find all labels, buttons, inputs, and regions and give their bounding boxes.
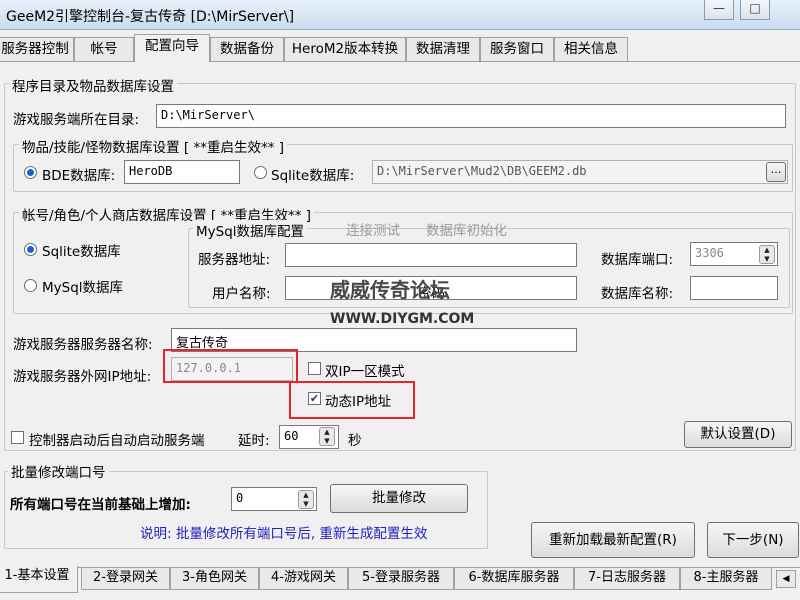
bottom-tab-basic[interactable]: 1-基本设置 [0, 566, 78, 593]
bottom-tab-db-server[interactable]: 6-数据库服务器 [454, 568, 574, 590]
bde-radio[interactable] [24, 166, 37, 179]
tab-data-backup[interactable]: 数据备份 [210, 37, 284, 61]
sqlite-item-label: Sqlite数据库: [271, 168, 355, 184]
batch-note: 说明: 批量修改所有端口号后, 重新生成配置生效 [140, 526, 428, 542]
db-port-label: 数据库端口: [601, 252, 674, 268]
program-dir-group-title: 程序目录及物品数据库设置 [9, 75, 177, 95]
seconds-label: 秒 [348, 433, 362, 449]
delay-spinner[interactable]: ▲ ▼ [319, 427, 335, 446]
batch-port-group-title: 批量修改端口号 [8, 461, 109, 481]
external-ip-label: 游戏服务器外网IP地址: [13, 369, 152, 385]
auto-start-label: 控制器启动后自动启动服务端 [29, 433, 205, 449]
mysql-account-radio[interactable] [24, 279, 37, 292]
minimize-button[interactable]: — [704, 0, 734, 20]
tab-data-cleanup[interactable]: 数据清理 [406, 37, 480, 61]
bottom-tab-main-server[interactable]: 8-主服务器 [680, 568, 772, 590]
ip-highlight-box [163, 349, 298, 383]
server-addr-input[interactable] [285, 243, 577, 267]
bottom-tab-login-gate[interactable]: 2-登录网关 [81, 568, 170, 590]
next-step-button[interactable]: 下一步(N) [707, 522, 799, 558]
db-init-button[interactable]: 数据库初始化 [426, 219, 507, 239]
dual-ip-checkbox[interactable] [308, 362, 321, 375]
maximize-button[interactable]: □ [740, 0, 770, 20]
tab-panel-border [0, 61, 800, 62]
server-dir-label: 游戏服务端所在目录: [13, 112, 140, 128]
server-dir-input[interactable]: D:\MirServer\ [156, 104, 786, 128]
tab-service-window[interactable]: 服务窗口 [480, 37, 554, 61]
tab-scroll-left-icon[interactable]: ◀ [776, 570, 796, 588]
batch-modify-button[interactable]: 批量修改 [330, 484, 468, 513]
server-name-label: 游戏服务器服务器名称: [13, 337, 153, 353]
db-port-spinner[interactable]: ▲ ▼ [759, 245, 775, 264]
dynamic-ip-highlight-box [289, 381, 415, 419]
server-addr-label: 服务器地址: [198, 252, 271, 268]
mysql-config-title: MySql数据库配置 [193, 220, 308, 240]
bottom-tab-log-server[interactable]: 7-日志服务器 [574, 568, 680, 590]
batch-increase-spinner[interactable]: ▲ ▼ [298, 490, 314, 509]
mysql-account-label: MySql数据库 [42, 280, 124, 296]
tab-about[interactable]: 相关信息 [554, 37, 628, 61]
item-db-group-title: 物品/技能/怪物数据库设置 [ **重启生效** ] [19, 136, 288, 156]
title-bar: GeeM2引擎控制台-复古传奇 [D:\MirServer\] — □ [0, 0, 800, 30]
tab-herom2-convert[interactable]: HeroM2版本转换 [284, 37, 406, 61]
dual-ip-label: 双IP一区模式 [325, 364, 405, 380]
tab-account[interactable]: 帐号 [74, 37, 134, 61]
bde-label: BDE数据库: [42, 168, 116, 184]
bottom-tab-role-gate[interactable]: 3-角色网关 [170, 568, 259, 590]
db-name-label: 数据库名称: [601, 286, 674, 302]
tab-config-wizard[interactable]: 配置向导 [134, 34, 210, 62]
sqlite-account-label: Sqlite数据库 [42, 244, 121, 260]
browse-button[interactable]: ... [766, 162, 786, 182]
bottom-tab-login-server[interactable]: 5-登录服务器 [348, 568, 454, 590]
db-name-input[interactable] [690, 276, 778, 300]
batch-increase-label: 所有端口号在当前基础上增加: [10, 497, 191, 513]
sqlite-item-path-input[interactable]: D:\MirServer\Mud2\DB\GEEM2.db [372, 160, 788, 184]
delay-label: 延时: [238, 433, 270, 449]
sqlite-item-radio[interactable] [254, 166, 267, 179]
sqlite-account-radio[interactable] [24, 243, 37, 256]
test-connection-button[interactable]: 连接测试 [346, 219, 400, 239]
watermark-title: 威威传奇论坛 [330, 278, 450, 302]
bottom-tab-game-gate[interactable]: 4-游戏网关 [259, 568, 348, 590]
default-settings-button[interactable]: 默认设置(D) [684, 421, 792, 448]
watermark-url: WWW.DIYGM.COM [330, 311, 475, 327]
reload-config-button[interactable]: 重新加载最新配置(R) [531, 522, 695, 558]
bde-input[interactable]: HeroDB [124, 160, 240, 184]
window-title: GeeM2引擎控制台-复古传奇 [D:\MirServer\] [6, 9, 295, 25]
auto-start-checkbox[interactable] [11, 431, 24, 444]
tab-server-control[interactable]: 服务器控制 [0, 37, 74, 61]
username-label: 用户名称: [212, 286, 271, 302]
